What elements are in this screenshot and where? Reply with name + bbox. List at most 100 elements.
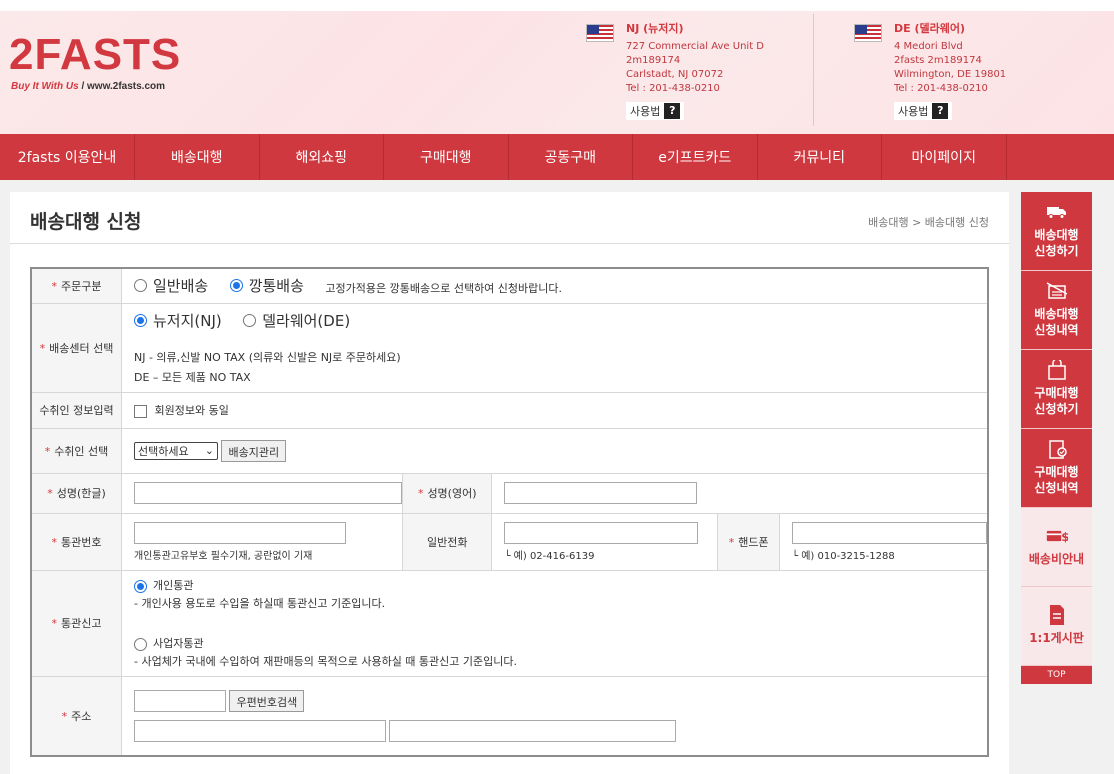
de-address-line4: Tel : 201-438-0210 bbox=[894, 83, 988, 94]
address1-input[interactable] bbox=[133, 719, 386, 742]
center-options: 뉴저지(NJ) 델라웨어(DE) NJ - 의류,신발 NO TAX (의류와 … bbox=[120, 302, 989, 393]
sidebar-item-purchase-history[interactable]: 구매대행 신청내역 bbox=[1021, 429, 1092, 508]
nj-address-line3: Carlstadt, NJ 07072 bbox=[626, 69, 724, 80]
order-type-label: * 주문구분 bbox=[30, 267, 122, 304]
order-type-normal-radio[interactable]: 일반배송 bbox=[133, 275, 208, 296]
title-divider bbox=[10, 243, 1009, 244]
sidebar-item-qna[interactable]: 1:1게시판 bbox=[1021, 587, 1092, 666]
row-receiver-select: * 수취인 선택 선택하세요 ⌄ 배송지관리 bbox=[30, 427, 989, 474]
nav-item-community[interactable]: 커뮤니티 bbox=[758, 134, 882, 180]
nav-item-egift[interactable]: e기프트카드 bbox=[633, 134, 758, 180]
de-title: DE (델라웨어) bbox=[894, 22, 966, 35]
nj-address-line4: Tel : 201-438-0210 bbox=[626, 83, 720, 94]
center-note-nj: NJ - 의류,신발 NO TAX (의류와 신발은 NJ로 주문하세요) bbox=[133, 351, 401, 364]
phone-cell: └ 예) 02-416-6139 bbox=[491, 512, 719, 571]
declare-business-radio[interactable]: 사업자통관 bbox=[133, 635, 987, 651]
customs-label: * 통관번호 bbox=[30, 512, 122, 571]
sidebar-item-shipping-apply[interactable]: 배송대행 신청하기 bbox=[1021, 192, 1092, 271]
nav-item-shipping[interactable]: 배송대행 bbox=[135, 134, 260, 180]
truck-icon bbox=[1046, 203, 1068, 221]
us-flag-icon bbox=[586, 24, 614, 42]
tagline-separator: / bbox=[81, 81, 85, 92]
center-label: * 배송센터 선택 bbox=[30, 302, 122, 393]
customs-input[interactable] bbox=[133, 521, 346, 544]
tagline-url: www.2fasts.com bbox=[87, 81, 166, 92]
de-address-line2: 2fasts 2m189174 bbox=[894, 55, 982, 66]
shopping-bag-icon bbox=[1046, 360, 1068, 380]
order-type-note: 고정가적용은 깡통배송으로 선택하여 신청바랍니다. bbox=[325, 282, 563, 296]
declare-business-desc: - 사업체가 국내에 수입하여 재판매등의 목적으로 사용하실 때 통관신고 기… bbox=[133, 655, 517, 668]
help-icon[interactable]: ? bbox=[932, 103, 949, 119]
site-header: 2FASTS Buy It With Us / www.2fasts.com N… bbox=[0, 0, 1114, 134]
same-as-member-label: 회원정보와 동일 bbox=[154, 404, 229, 417]
nav-item-mypage[interactable]: 마이페이지 bbox=[882, 134, 1007, 180]
name-kr-input[interactable] bbox=[133, 482, 402, 504]
phone-label: 일반전화 bbox=[401, 512, 493, 571]
same-as-member-checkbox[interactable] bbox=[133, 404, 147, 418]
de-usage-button[interactable]: 사용법 ? bbox=[894, 102, 953, 120]
sidebar-label-line2: 신청내역 bbox=[1034, 323, 1079, 337]
receiver-select-label: * 수취인 선택 bbox=[30, 427, 122, 474]
sidebar-label-line1: 배송대행 bbox=[1034, 307, 1079, 321]
row-address: * 주소 우편번호검색 bbox=[30, 675, 989, 757]
page-title: 배송대행 신청 bbox=[30, 211, 142, 233]
de-address-line1: 4 Medori Blvd bbox=[894, 41, 963, 52]
address-fields: 우편번호검색 bbox=[120, 675, 989, 757]
center-de-radio[interactable]: 델라웨어(DE) bbox=[243, 310, 350, 331]
row-center: * 배송센터 선택 뉴저지(NJ) 델라웨어(DE) NJ - 의류,신발 NO … bbox=[30, 302, 989, 393]
nav-item-group-buy[interactable]: 공동구매 bbox=[509, 134, 633, 180]
order-type-box-radio[interactable]: 깡통배송 bbox=[229, 275, 304, 296]
site-logo[interactable]: 2FASTS bbox=[9, 30, 181, 80]
zipcode-input[interactable] bbox=[133, 689, 226, 712]
phone-hint: └ 예) 02-416-6139 bbox=[504, 550, 595, 562]
address2-input[interactable] bbox=[389, 719, 677, 742]
row-customs: * 통관번호 개인통관고유부호 필수기재, 공란없이 기재 일반전화 └ 예) 0… bbox=[30, 512, 989, 571]
sidebar-item-shipping-fee[interactable]: $ 배송비안내 bbox=[1021, 508, 1092, 587]
nj-usage-button[interactable]: 사용법 ? bbox=[626, 102, 685, 120]
name-kr-cell bbox=[120, 472, 403, 514]
tagline-slogan: Buy It With Us bbox=[11, 81, 79, 92]
nj-address-line2: 2m189174 bbox=[626, 55, 681, 66]
row-receiver-info: 수취인 정보입력 회원정보와 동일 bbox=[30, 391, 989, 429]
nav-item-guide[interactable]: 2fasts 이용안내 bbox=[0, 134, 135, 180]
mobile-input[interactable] bbox=[792, 521, 987, 544]
svg-text:$: $ bbox=[1061, 530, 1068, 544]
receiver-info-label: 수취인 정보입력 bbox=[30, 391, 122, 429]
sidebar-label-line1: 구매대행 bbox=[1034, 465, 1079, 479]
nav-item-purchase[interactable]: 구매대행 bbox=[384, 134, 509, 180]
mobile-label: * 핸드폰 bbox=[717, 512, 780, 571]
help-icon[interactable]: ? bbox=[664, 103, 681, 119]
zipcode-search-button[interactable]: 우편번호검색 bbox=[229, 689, 305, 712]
row-declare: * 통관신고 개인통관 - 개인사용 용도로 수입을 하실때 통관신고 기준입니다… bbox=[30, 569, 989, 677]
center-nj-radio[interactable]: 뉴저지(NJ) bbox=[133, 310, 222, 331]
sidebar-label-line2: 신청내역 bbox=[1034, 481, 1079, 495]
sidebar-item-shipping-history[interactable]: 배송대행 신청내역 bbox=[1021, 271, 1092, 350]
nav-item-overseas-shopping[interactable]: 해외쇼핑 bbox=[260, 134, 384, 180]
center-note-de: DE – 모든 제품 NO TAX bbox=[133, 371, 251, 384]
nj-address-line1: 727 Commercial Ave Unit D bbox=[626, 41, 764, 52]
sidebar-item-purchase-apply[interactable]: 구매대행 신청하기 bbox=[1021, 350, 1092, 429]
clipboard-check-icon bbox=[1046, 440, 1068, 459]
header-divider bbox=[813, 14, 814, 126]
name-en-label: * 성명(영어) bbox=[401, 472, 493, 514]
breadcrumb[interactable]: 배송대행 > 배송대행 신청 bbox=[868, 214, 989, 230]
row-order-type: * 주문구분 일반배송 깡통배송 고정가적용은 깡통배송으로 선택하여 신청바랍니… bbox=[30, 267, 989, 304]
row-name: * 성명(한글) * 성명(영어) bbox=[30, 472, 989, 514]
top-button[interactable]: TOP bbox=[1021, 666, 1092, 684]
document-icon bbox=[1046, 605, 1068, 625]
site-tagline: Buy It With Us / www.2fasts.com bbox=[11, 81, 165, 92]
sidebar-label: 1:1게시판 bbox=[1029, 631, 1084, 645]
us-flag-icon bbox=[854, 24, 882, 42]
name-kr-label: * 성명(한글) bbox=[30, 472, 122, 514]
name-en-input[interactable] bbox=[504, 482, 698, 504]
quick-sidebar: 배송대행 신청하기 배송대행 신청내역 구매대행 신청하기 구매대행 신청내역 … bbox=[1021, 192, 1092, 684]
address-book-button[interactable]: 배송지관리 bbox=[221, 439, 287, 462]
declare-personal-radio[interactable]: 개인통관 bbox=[133, 577, 987, 593]
main-content: 배송대행 신청 배송대행 > 배송대행 신청 * 주문구분 일반배송 깡통배송 고… bbox=[10, 192, 1009, 774]
nj-title: NJ (뉴저지) bbox=[626, 22, 684, 35]
receiver-select-dropdown[interactable]: 선택하세요 ⌄ bbox=[133, 441, 218, 460]
phone-input[interactable] bbox=[504, 521, 699, 544]
nj-address: 727 Commercial Ave Unit D 2m189174 Carls… bbox=[626, 40, 764, 96]
chevron-down-icon: ⌄ bbox=[204, 444, 214, 457]
de-address-line3: Wilmington, DE 19801 bbox=[894, 69, 1007, 80]
